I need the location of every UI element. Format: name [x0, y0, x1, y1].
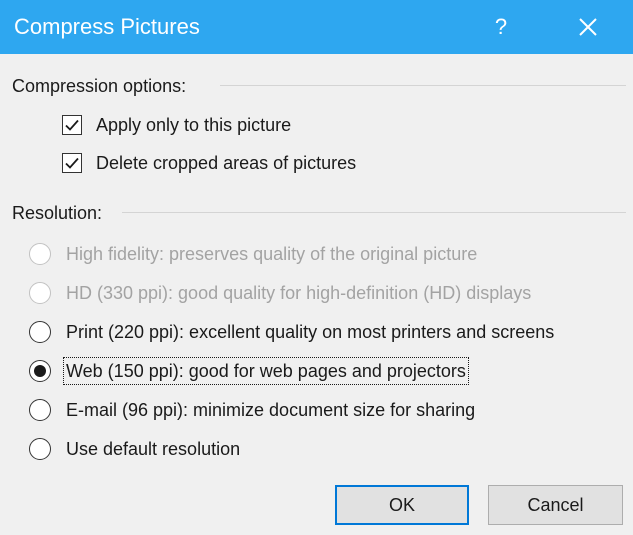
radio-print-220[interactable]: Print (220 ppi): excellent quality on mo… [29, 319, 556, 345]
close-button[interactable] [565, 0, 611, 54]
radio-high-fidelity-button[interactable] [29, 243, 51, 265]
radio-web-150-label[interactable]: Web (150 ppi): good for web pages and pr… [63, 357, 469, 385]
checkbox-apply-only-this-picture-box[interactable] [62, 115, 82, 135]
checkbox-apply-only-this-picture[interactable]: Apply only to this picture [62, 112, 293, 138]
radio-print-220-button[interactable] [29, 321, 51, 343]
checkbox-delete-cropped-areas-box[interactable] [62, 153, 82, 173]
radio-email-96-button[interactable] [29, 399, 51, 421]
radio-selected-dot [34, 365, 46, 377]
radio-use-default-resolution-label[interactable]: Use default resolution [64, 436, 242, 462]
radio-hd-330-button[interactable] [29, 282, 51, 304]
radio-email-96[interactable]: E-mail (96 ppi): minimize document size … [29, 397, 477, 423]
radio-hd-330[interactable]: HD (330 ppi): good quality for high-defi… [29, 280, 533, 306]
radio-high-fidelity-label[interactable]: High fidelity: preserves quality of the … [64, 241, 479, 267]
radio-web-150[interactable]: Web (150 ppi): good for web pages and pr… [29, 357, 469, 385]
radio-email-96-label[interactable]: E-mail (96 ppi): minimize document size … [64, 397, 477, 423]
checkmark-icon [65, 119, 79, 131]
compression-options-divider [220, 85, 626, 86]
dialog-title: Compress Pictures [14, 14, 200, 39]
cancel-button[interactable]: Cancel [488, 485, 623, 525]
checkmark-icon [65, 157, 79, 169]
checkbox-delete-cropped-areas[interactable]: Delete cropped areas of pictures [62, 150, 358, 176]
ok-button[interactable]: OK [335, 485, 469, 525]
resolution-label: Resolution: [12, 203, 103, 223]
resolution-divider [122, 212, 626, 213]
radio-use-default-resolution-button[interactable] [29, 438, 51, 460]
close-icon [579, 18, 597, 36]
radio-web-150-button[interactable] [29, 360, 51, 382]
title-bar: Compress Pictures ? [0, 0, 633, 54]
radio-use-default-resolution[interactable]: Use default resolution [29, 436, 242, 462]
help-button[interactable]: ? [478, 0, 524, 54]
radio-print-220-label[interactable]: Print (220 ppi): excellent quality on mo… [64, 319, 556, 345]
checkbox-apply-only-this-picture-label[interactable]: Apply only to this picture [94, 112, 293, 138]
checkbox-delete-cropped-areas-label[interactable]: Delete cropped areas of pictures [94, 150, 358, 176]
radio-high-fidelity[interactable]: High fidelity: preserves quality of the … [29, 241, 479, 267]
compression-options-label: Compression options: [12, 76, 187, 96]
radio-hd-330-label[interactable]: HD (330 ppi): good quality for high-defi… [64, 280, 533, 306]
compress-pictures-dialog: Compress Pictures ? Compression options:… [0, 0, 633, 535]
